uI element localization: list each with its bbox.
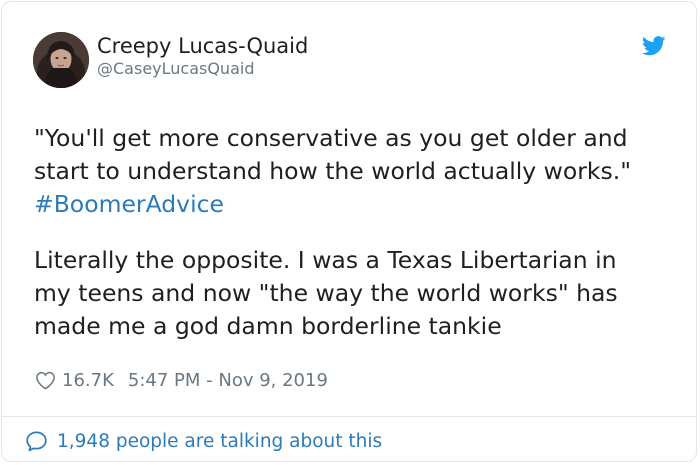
footer-divider — [2, 416, 696, 417]
author-names: Creepy Lucas-Quaid @CaseyLucasQuaid — [97, 34, 308, 79]
author-display-name[interactable]: Creepy Lucas-Quaid — [97, 34, 308, 58]
like-count[interactable]: 16.7K — [62, 370, 114, 391]
tweet-header: Creepy Lucas-Quaid @CaseyLucasQuaid — [33, 32, 666, 90]
speech-bubble-icon — [25, 430, 48, 453]
conversation-link[interactable]: 1,948 people are talking about this — [25, 428, 382, 454]
tweet-card: Creepy Lucas-Quaid @CaseyLucasQuaid "You… — [1, 1, 697, 462]
author-handle[interactable]: @CaseyLucasQuaid — [97, 59, 308, 79]
tweet-meta: 16.7K 5:47 PM - Nov 9, 2019 — [35, 368, 328, 392]
tweet-text: "You'll get more conservative as you get… — [34, 122, 674, 343]
tweet-line: made me a god damn borderline tankie — [34, 312, 502, 340]
tweet-line: my teens and now "the way the world work… — [34, 279, 618, 307]
tweet-timestamp[interactable]: 5:47 PM - Nov 9, 2019 — [128, 370, 328, 391]
tweet-line: Literally the opposite. I was a Texas Li… — [34, 246, 617, 274]
avatar[interactable] — [33, 32, 89, 88]
tweet-paragraph-reply: Literally the opposite. I was a Texas Li… — [34, 244, 674, 343]
conversation-count-text: 1,948 people are talking about this — [57, 430, 383, 452]
tweet-line: "You'll get more conservative as you get… — [34, 124, 628, 152]
tweet-line: start to understand how the world actual… — [34, 157, 632, 185]
tweet-paragraph-quote: "You'll get more conservative as you get… — [34, 122, 674, 221]
avatar-image — [33, 32, 89, 88]
twitter-bird-icon[interactable] — [641, 36, 666, 56]
hashtag-link[interactable]: #BoomerAdvice — [34, 190, 224, 218]
heart-icon[interactable] — [35, 370, 56, 391]
